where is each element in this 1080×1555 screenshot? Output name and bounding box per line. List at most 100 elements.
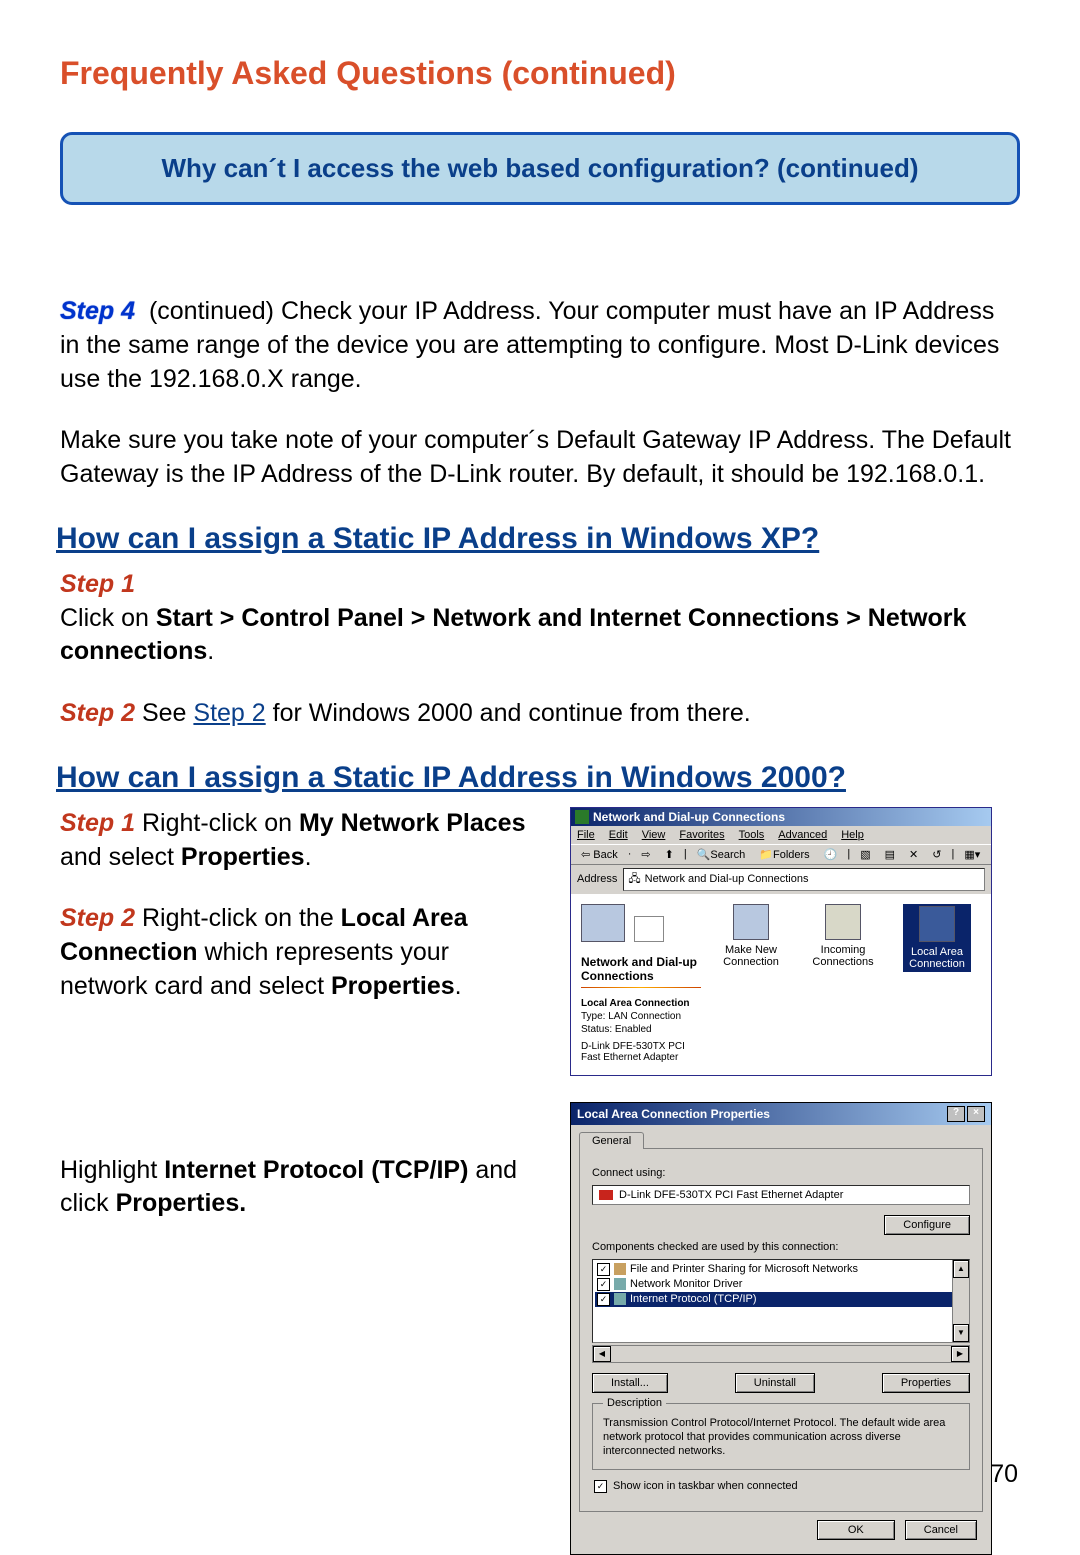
uninstall-button[interactable]: Uninstall <box>735 1373 815 1393</box>
folders-button[interactable]: 📁Folders <box>755 848 813 861</box>
show-icon-row[interactable]: ✓ Show icon in taskbar when connected <box>594 1480 968 1493</box>
driver-icon <box>614 1278 626 1290</box>
w2k-s3d: Properties. <box>116 1189 247 1217</box>
adapter-name: D-Link DFE-530TX PCI Fast Ethernet Adapt… <box>619 1189 843 1201</box>
xp-step1-texta: Click on <box>60 604 156 632</box>
menubar[interactable]: File Edit View Favorites Tools Advanced … <box>571 826 991 844</box>
incoming-connections-icon[interactable]: Incoming Connections <box>811 904 875 968</box>
cancel-button[interactable]: Cancel <box>905 1520 977 1540</box>
xp-step1-tail: . <box>207 637 214 665</box>
share-icon <box>614 1263 626 1275</box>
w2k-step3: Highlight Internet Protocol (TCP/IP) and… <box>60 1154 540 1222</box>
lac-properties-dialog: Local Area Connection Properties ? × Gen… <box>570 1102 992 1555</box>
list-label: File and Printer Sharing for Microsoft N… <box>630 1263 858 1275</box>
checkbox-icon[interactable]: ✓ <box>597 1293 610 1306</box>
w2k-s1d: Properties <box>181 843 305 871</box>
w2k-s2a: Right-click on the <box>135 904 341 932</box>
address-field[interactable]: 🖧 Network and Dial-up Connections <box>623 868 985 891</box>
dialog-title: Local Area Connection Properties <box>577 1107 770 1121</box>
scroll-right-icon[interactable]: ▶ <box>951 1346 969 1362</box>
page-number: 70 <box>990 1460 1018 1489</box>
w2k-step2-label: Step 2 <box>60 904 135 932</box>
help-button[interactable]: ? <box>947 1106 965 1122</box>
panel-icon <box>581 904 625 942</box>
history-button[interactable]: 🕘 <box>820 848 842 861</box>
w2k-step2: Step 2 Right-click on the Local Area Con… <box>60 902 540 1003</box>
menu-advanced[interactable]: Advanced <box>778 829 827 841</box>
properties-button[interactable]: Properties <box>882 1373 970 1393</box>
show-icon-label: Show icon in taskbar when connected <box>613 1480 798 1492</box>
lac-heading: Local Area Connection <box>581 998 701 1009</box>
scroll-up-icon[interactable]: ▲ <box>953 1260 969 1278</box>
tb-icon[interactable]: ▧ <box>856 848 874 861</box>
components-list[interactable]: ✓ File and Printer Sharing for Microsoft… <box>592 1259 970 1343</box>
w2k-s1b: My Network Places <box>299 809 526 837</box>
panel-icon2 <box>634 916 664 942</box>
w2k-s2e: . <box>455 972 462 1000</box>
window-body: Network and Dial-up Connections Local Ar… <box>571 894 991 1075</box>
address-value: Network and Dial-up Connections <box>645 873 809 885</box>
incoming-icon <box>825 904 861 940</box>
general-tab[interactable]: General <box>579 1132 644 1149</box>
menu-edit[interactable]: Edit <box>609 829 628 841</box>
icon-row: Make New Connection Incoming Connections… <box>719 904 971 1053</box>
hscrollbar[interactable]: ◀ ▶ <box>592 1345 970 1363</box>
address-label: Address <box>577 873 617 885</box>
tb-delete[interactable]: ✕ <box>905 848 922 861</box>
description-fieldset: Description Transmission Control Protoco… <box>592 1403 970 1470</box>
vscrollbar[interactable]: ▲ ▼ <box>952 1260 969 1342</box>
lac-adapter: D-Link DFE-530TX PCI Fast Ethernet Adapt… <box>581 1041 701 1063</box>
scroll-down-icon[interactable]: ▼ <box>953 1324 969 1342</box>
ok-button[interactable]: OK <box>817 1520 895 1540</box>
menu-file[interactable]: File <box>577 829 595 841</box>
list-label: Internet Protocol (TCP/IP) <box>630 1293 757 1305</box>
close-button[interactable]: × <box>967 1106 985 1122</box>
list-item[interactable]: ✓ Network Monitor Driver <box>595 1277 967 1292</box>
adapter-icon <box>599 1190 613 1200</box>
configure-button[interactable]: Configure <box>884 1215 970 1235</box>
list-item-selected[interactable]: ✓ Internet Protocol (TCP/IP) <box>595 1292 967 1307</box>
toolbar: ⇦ Back · ⇨ ⬆ | 🔍Search 📁Folders 🕘 | ▧ ▤ … <box>571 844 991 865</box>
menu-favorites[interactable]: Favorites <box>679 829 724 841</box>
xp-step1: Step 1 Click on Start > Control Panel > … <box>60 568 1020 669</box>
xp-heading: How can I assign a Static IP Address in … <box>56 522 1020 556</box>
xp-step2-label: Step 2 <box>60 699 135 727</box>
incoming-label: Incoming Connections <box>811 944 875 968</box>
w2k-s1c: and select <box>60 843 181 871</box>
menu-view[interactable]: View <box>642 829 666 841</box>
back-button[interactable]: ⇦ Back <box>577 848 622 861</box>
w2k-s1a: Right-click on <box>135 809 299 837</box>
description-text: Transmission Control Protocol/Internet P… <box>603 1416 959 1459</box>
xp-step2: Step 2 See Step 2 for Windows 2000 and c… <box>60 697 1020 731</box>
make-new-connection-icon[interactable]: Make New Connection <box>719 904 783 968</box>
scroll-left-icon[interactable]: ◀ <box>593 1346 611 1362</box>
tb-icon2[interactable]: ▤ <box>881 848 899 861</box>
xp-step1-bold: Start > Control Panel > Network and Inte… <box>60 604 966 666</box>
up-button[interactable]: ⬆ <box>661 848 678 861</box>
description-legend: Description <box>603 1397 666 1409</box>
search-button[interactable]: 🔍Search <box>693 848 750 861</box>
fwd-button[interactable]: ⇨ <box>637 848 654 861</box>
folder-icon <box>733 904 769 940</box>
xp-step1-label: Step 1 <box>60 570 135 598</box>
list-label: Network Monitor Driver <box>630 1278 742 1290</box>
checkbox-icon[interactable]: ✓ <box>597 1278 610 1291</box>
page-title: Frequently Asked Questions (continued) <box>60 55 1020 92</box>
install-button[interactable]: Install... <box>592 1373 668 1393</box>
local-area-connection-icon[interactable]: Local Area Connection <box>903 904 971 972</box>
menu-tools[interactable]: Tools <box>739 829 765 841</box>
step4-paragraph: Step 4 (continued) Check your IP Address… <box>60 295 1020 396</box>
step2-link[interactable]: Step 2 <box>193 699 265 727</box>
step4-label: Step 4 <box>60 297 135 325</box>
sep4: | <box>951 848 954 860</box>
lac-label: Local Area Connection <box>905 946 969 970</box>
checkbox-icon[interactable]: ✓ <box>597 1263 610 1276</box>
menu-help[interactable]: Help <box>841 829 864 841</box>
w2k-step1-label: Step 1 <box>60 809 135 837</box>
tb-undo[interactable]: ↺ <box>928 848 945 861</box>
list-item[interactable]: ✓ File and Printer Sharing for Microsoft… <box>595 1262 967 1277</box>
checkbox-icon[interactable]: ✓ <box>594 1480 607 1493</box>
tb-views[interactable]: ▦▾ <box>960 848 984 861</box>
window-titlebar: Network and Dial-up Connections <box>571 808 991 826</box>
w2k-s2d: Properties <box>331 972 455 1000</box>
